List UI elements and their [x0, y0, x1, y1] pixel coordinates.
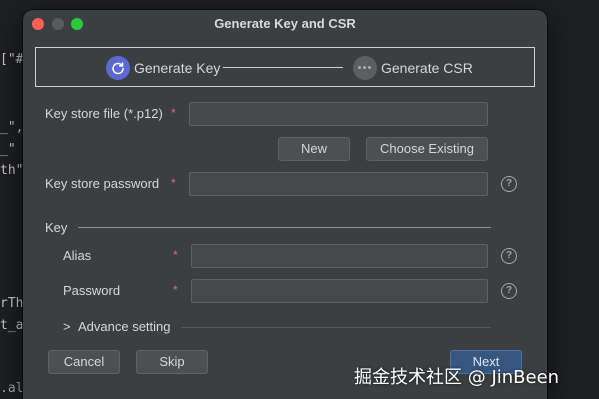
editor-code-line: _",: [0, 120, 24, 135]
key-store-password-label: Key store password: [45, 176, 160, 191]
key-section-divider: [78, 227, 491, 228]
required-marker: *: [171, 106, 176, 120]
help-icon[interactable]: ?: [501, 283, 517, 299]
editor-code-line: t_a: [0, 318, 24, 333]
required-marker: *: [173, 283, 178, 297]
key-store-password-input[interactable]: [189, 172, 488, 196]
key-store-file-label: Key store file (*.p12): [45, 106, 163, 121]
skip-button[interactable]: Skip: [136, 350, 208, 374]
wizard-stepper: Generate Key Generate CSR: [35, 47, 535, 87]
required-marker: *: [173, 248, 178, 262]
help-icon[interactable]: ?: [501, 176, 517, 192]
key-section-label: Key: [45, 220, 68, 235]
advance-setting-toggle[interactable]: > Advance setting: [63, 319, 183, 337]
alias-label: Alias: [63, 248, 92, 263]
generate-key-dialog: Generate Key and CSR Generate Key Genera…: [23, 10, 547, 399]
editor-code-line: _": [0, 142, 16, 157]
editor-code-line: ["#: [0, 52, 24, 67]
choose-existing-button[interactable]: Choose Existing: [366, 137, 488, 161]
help-icon[interactable]: ?: [501, 248, 517, 264]
new-button[interactable]: New: [278, 137, 350, 161]
advance-setting-divider: [181, 327, 491, 328]
more-dots-icon: [353, 56, 377, 80]
step-generate-csr: Generate CSR: [381, 60, 473, 76]
password-input[interactable]: [191, 279, 488, 303]
cancel-button[interactable]: Cancel: [48, 350, 120, 374]
editor-code-line: th": [0, 163, 24, 178]
title-bar: Generate Key and CSR: [23, 10, 547, 36]
watermark: 掘金技术社区 @ JinBeen: [354, 367, 560, 388]
advance-setting-label: Advance setting: [78, 319, 171, 334]
step-generate-key: Generate Key: [134, 60, 221, 76]
required-marker: *: [171, 176, 176, 190]
chevron-right-icon: >: [63, 319, 71, 334]
password-label: Password: [63, 283, 121, 298]
alias-input[interactable]: [191, 244, 488, 268]
refresh-icon: [106, 56, 130, 80]
step-connector: [223, 67, 343, 68]
key-store-file-input[interactable]: [189, 102, 488, 126]
dialog-title: Generate Key and CSR: [214, 16, 356, 31]
editor-code-line: rTh: [0, 296, 24, 311]
